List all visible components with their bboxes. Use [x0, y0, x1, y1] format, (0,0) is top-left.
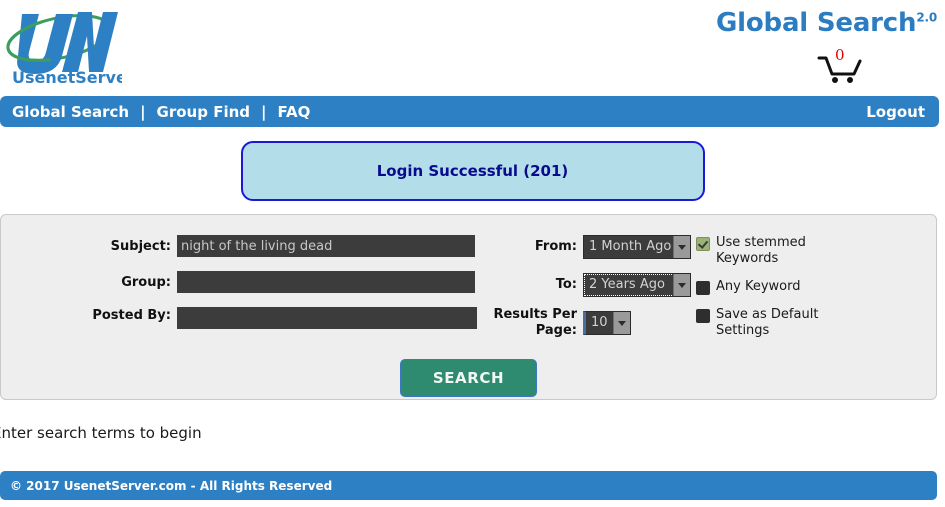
from-label: From: — [534, 239, 577, 254]
page-title-text: Global Search — [716, 8, 917, 38]
save-as-default-settings-checkbox[interactable] — [696, 309, 710, 323]
page-header: UsenetServer Global Search2.0 0 — [0, 0, 945, 96]
cart-count-badge: 0 — [835, 46, 845, 64]
login-status-text: Login Successful (201) — [376, 161, 569, 180]
search-button[interactable]: SEARCH — [399, 359, 538, 397]
results-per-page-row: Results Per Page: 10 — [491, 307, 696, 338]
chevron-down-icon[interactable] — [613, 312, 630, 334]
use-stemmed-keywords-checkbox[interactable] — [696, 237, 710, 251]
use-stemmed-keywords-row[interactable]: Use stemmed Keywords — [696, 235, 846, 267]
usenetserver-logo[interactable]: UsenetServer — [2, 4, 122, 86]
to-select[interactable]: 2 Years Ago — [583, 273, 691, 297]
save-as-default-settings-row[interactable]: Save as Default Settings — [696, 307, 846, 339]
nav-links: Global Search | Group Find | FAQ — [0, 103, 314, 121]
search-form-panel: Subject: Group: Posted By: From: 1 Month… — [0, 214, 937, 400]
logo-icon: UsenetServer — [6, 12, 122, 86]
search-hint-text: Enter search terms to begin — [0, 424, 202, 442]
nav-separator: | — [261, 102, 267, 121]
footer-copyright: © 2017 UsenetServer.com - All Rights Res… — [10, 478, 333, 493]
logout-link[interactable]: Logout — [862, 103, 929, 121]
chevron-down-icon[interactable] — [673, 274, 690, 296]
nav-item-global-search[interactable]: Global Search — [8, 103, 133, 121]
filters-column: From: 1 Month Ago To: 2 Years Ago Result… — [491, 235, 696, 351]
nav-item-group-find[interactable]: Group Find — [153, 103, 254, 121]
status-area: Login Successful (201) — [0, 127, 945, 214]
nav-separator: | — [140, 102, 146, 121]
logo-wordmark: UsenetServer — [12, 68, 122, 86]
nav-item-faq[interactable]: FAQ — [274, 103, 315, 121]
subject-field-row: Subject: — [1, 235, 491, 257]
subject-input[interactable] — [177, 235, 475, 257]
page-title: Global Search2.0 — [716, 8, 937, 38]
any-keyword-checkbox[interactable] — [696, 281, 710, 295]
use-stemmed-keywords-label: Use stemmed Keywords — [716, 235, 806, 266]
chevron-down-icon[interactable] — [673, 236, 690, 258]
any-keyword-label: Any Keyword — [716, 279, 801, 294]
from-row: From: 1 Month Ago — [491, 235, 696, 259]
search-button-area: SEARCH — [1, 359, 936, 397]
login-status-banner: Login Successful (201) — [240, 140, 705, 201]
results-per-page-label: Results Per Page: — [493, 307, 577, 338]
results-per-page-select[interactable]: 10 — [583, 311, 631, 335]
page-footer: © 2017 UsenetServer.com - All Rights Res… — [0, 471, 937, 500]
subject-label: Subject: — [110, 238, 171, 254]
cart-button[interactable]: 0 — [813, 46, 867, 86]
posted-by-input[interactable] — [177, 307, 477, 329]
nav-right-group: Logout — [862, 103, 939, 121]
to-label: To: — [555, 277, 577, 292]
group-field-row: Group: — [1, 271, 491, 293]
main-navigation: Global Search | Group Find | FAQ Logout — [0, 96, 939, 127]
any-keyword-row[interactable]: Any Keyword — [696, 279, 846, 295]
group-input[interactable] — [177, 271, 475, 293]
save-as-default-settings-label: Save as Default Settings — [716, 307, 819, 338]
search-form-grid: Subject: Group: Posted By: From: 1 Month… — [1, 235, 936, 351]
text-fields-column: Subject: Group: Posted By: — [1, 235, 491, 351]
to-row: To: 2 Years Ago — [491, 273, 696, 297]
page-title-version: 2.0 — [916, 10, 937, 25]
group-label: Group: — [121, 274, 171, 290]
options-column: Use stemmed Keywords Any Keyword Save as… — [696, 235, 936, 351]
posted-by-label: Posted By: — [92, 308, 171, 323]
posted-by-field-row: Posted By: — [1, 307, 491, 329]
from-select[interactable]: 1 Month Ago — [583, 235, 691, 259]
